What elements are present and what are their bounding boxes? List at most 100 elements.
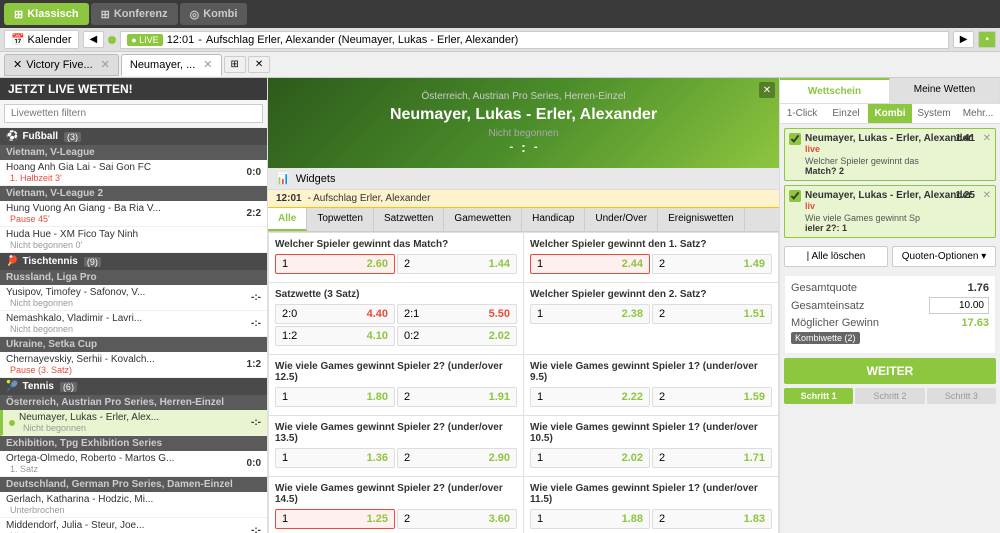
ws-type: Welcher Spieler gewinnt das <box>805 156 991 166</box>
bet-nav-handicap[interactable]: Handicap <box>522 208 585 231</box>
odds-btn[interactable]: 1 1.80 <box>275 387 395 407</box>
odds-btn[interactable]: 1 2.60 <box>275 254 395 274</box>
odds-btn[interactable]: 1 2.38 <box>530 304 650 324</box>
ws-remove-1[interactable]: ✕ <box>983 133 991 144</box>
gesamteinsatz-input[interactable] <box>929 297 989 314</box>
match-row[interactable]: Yusipov, Timofey - Safonov, V... Nicht b… <box>0 285 267 311</box>
ws-remove-2[interactable]: ✕ <box>983 190 991 201</box>
right-tabs: Wettschein Meine Wetten <box>780 78 1000 104</box>
bet-nav-alle[interactable]: Alle <box>268 208 307 231</box>
arrow-left-button[interactable]: ◀ <box>83 31 105 48</box>
nav-konferenz[interactable]: ⊞ Konferenz <box>91 3 178 25</box>
odds-btn[interactable]: 2 3.60 <box>397 509 517 529</box>
tab-victory-close[interactable]: ✕ <box>101 58 110 71</box>
bet-type-system[interactable]: System <box>912 104 956 123</box>
nav-kombi[interactable]: ◎ Kombi <box>180 3 248 25</box>
live-badge: ● LIVE <box>127 34 162 46</box>
match-row[interactable]: Gerlach, Katharina - Hodzic, Mi... Unter… <box>0 492 267 518</box>
odds-btn[interactable]: 2:1 5.50 <box>397 304 517 324</box>
match-header-close[interactable]: ✕ <box>759 82 775 98</box>
tab-neumayer[interactable]: Neumayer, ... ✕ <box>121 54 222 76</box>
odds-btn[interactable]: 2 1.91 <box>397 387 517 407</box>
bet-nav-underover[interactable]: Under/Over <box>585 208 658 231</box>
odds-num: 1 <box>282 258 288 270</box>
odds-val: 4.10 <box>367 330 388 342</box>
step-2: Schritt 2 <box>855 388 924 404</box>
info-text: - Aufschlag Erler, Alexander <box>308 193 431 204</box>
bet-type-1click[interactable]: 1-Click <box>780 104 824 123</box>
odds-val: 1.80 <box>367 391 388 403</box>
arrow-right-button[interactable]: ▶ <box>953 31 975 48</box>
odds-btn[interactable]: 2 1.51 <box>652 304 772 324</box>
calendar-button[interactable]: 📅 Kalender <box>4 30 79 49</box>
odds-btn[interactable]: 1 2.02 <box>530 448 650 468</box>
odds-btn[interactable]: 1 2.22 <box>530 387 650 407</box>
event-text: Aufschlag Erler, Alexander (Neumayer, Lu… <box>206 34 518 46</box>
match-row-active[interactable]: Neumayer, Lukas - Erler, Alex... Nicht b… <box>0 410 267 436</box>
filter-input[interactable] <box>4 104 263 123</box>
odds-val: 2.02 <box>489 330 510 342</box>
quoten-options-button[interactable]: Quoten-Optionen ▾ <box>892 246 996 267</box>
odds-btn[interactable]: 1 1.88 <box>530 509 650 529</box>
odds-btn[interactable]: 2 1.44 <box>397 254 517 274</box>
ws-checkbox-2[interactable] <box>789 190 801 202</box>
ws-checkbox-1[interactable] <box>789 133 801 145</box>
bet-nav-gamewetten[interactable]: Gamewetten <box>444 208 522 231</box>
konferenz-icon: ⊞ <box>101 8 110 21</box>
close-all-tabs[interactable]: ✕ <box>248 56 270 73</box>
match-row[interactable]: Ortega-Olmedo, Roberto - Martos G... 1. … <box>0 451 267 477</box>
odds-btn[interactable]: 2 1.83 <box>652 509 772 529</box>
odds-val: 2.60 <box>367 258 388 270</box>
bet-question: Welcher Spieler gewinnt den 2. Satz? <box>530 289 772 300</box>
odds-btn[interactable]: 2 2.90 <box>397 448 517 468</box>
match-row[interactable]: Middendorf, Julia - Steur, Joe... Nicht … <box>0 518 267 533</box>
weiter-button[interactable]: WEITER <box>784 358 996 384</box>
gesamtquote-val: 1.76 <box>968 282 989 294</box>
green-nav-button[interactable]: ▪ <box>978 31 996 48</box>
odds-num: 2 <box>404 452 410 464</box>
widgets-bar: 📊 Widgets <box>268 168 779 190</box>
clear-all-button[interactable]: | Alle löschen <box>784 246 888 267</box>
section-tennis[interactable]: 🎾 Tennis (6) <box>0 378 267 395</box>
odds-val: 2.02 <box>622 452 643 464</box>
match-row[interactable]: Chernayevskiy, Serhii - Kovalch... Pause… <box>0 352 267 378</box>
bet-type-kombi[interactable]: Kombi <box>868 104 912 123</box>
grid-view-button[interactable]: ⊞ <box>224 56 246 73</box>
bet-nav-satzwetten[interactable]: Satzwetten <box>374 208 444 231</box>
odds-num: 1 <box>282 452 288 464</box>
subsection-vietnam-vleague: Vietnam, V-League <box>0 145 267 160</box>
tab-neumayer-close[interactable]: ✕ <box>203 58 212 71</box>
odds-btn[interactable]: 0:2 2.02 <box>397 326 517 346</box>
tab-wettschein[interactable]: Wettschein <box>780 78 890 103</box>
bet-type-mehr[interactable]: Mehr... <box>956 104 1000 123</box>
match-row[interactable]: Hoang Anh Gia Lai - Sai Gon FC 1. Halbze… <box>0 160 267 186</box>
moglicher-label: Möglicher Gewinn <box>791 317 879 329</box>
odds-btn[interactable]: 1 2.44 <box>530 254 650 274</box>
section-fussball[interactable]: ⚽ Fußball (3) <box>0 128 267 145</box>
match-row[interactable]: Hung Vuong An Giang - Ba Ria V... Pause … <box>0 201 267 227</box>
section-tischtennis[interactable]: 🏓 Tischtennis (9) <box>0 253 267 270</box>
match-row[interactable]: Huda Hue - XM Fico Tay Ninh Nicht begonn… <box>0 227 267 253</box>
bet-question: Wie viele Games gewinnt Spieler 2? (unde… <box>275 422 517 444</box>
odds-btn[interactable]: 1 1.25 <box>275 509 395 529</box>
bet-section-games-p2-125: Wie viele Games gewinnt Spieler 2? (unde… <box>269 355 523 415</box>
tab-meine-wetten[interactable]: Meine Wetten <box>890 78 1000 103</box>
odds-btn[interactable]: 2 1.71 <box>652 448 772 468</box>
odds-btn[interactable]: 2:0 4.40 <box>275 304 395 324</box>
odds-row: 1 2.44 2 1.49 <box>530 254 772 274</box>
bet-type-einzel[interactable]: Einzel <box>824 104 868 123</box>
odds-num: 1 <box>537 391 543 403</box>
match-row[interactable]: Nemashkalo, Vladimir - Lavri... Nicht be… <box>0 311 267 337</box>
odds-btn[interactable]: 2 1.59 <box>652 387 772 407</box>
bet-nav-ereigniswetten[interactable]: Ereigniswetten <box>658 208 745 231</box>
score-separator: : <box>521 139 526 155</box>
odds-val: 1.44 <box>489 258 510 270</box>
nav-klassisch[interactable]: ⊞ Klassisch <box>4 3 89 25</box>
odds-btn[interactable]: 1:2 4.10 <box>275 326 395 346</box>
tab-victory[interactable]: ✕ Victory Five... ✕ <box>4 54 119 76</box>
odds-btn[interactable]: 2 1.49 <box>652 254 772 274</box>
ws-val: Match? 2 <box>805 166 991 176</box>
odds-btn[interactable]: 1 1.36 <box>275 448 395 468</box>
bet-nav-topwetten[interactable]: Topwetten <box>307 208 374 231</box>
odds-num: 1 <box>537 308 543 320</box>
